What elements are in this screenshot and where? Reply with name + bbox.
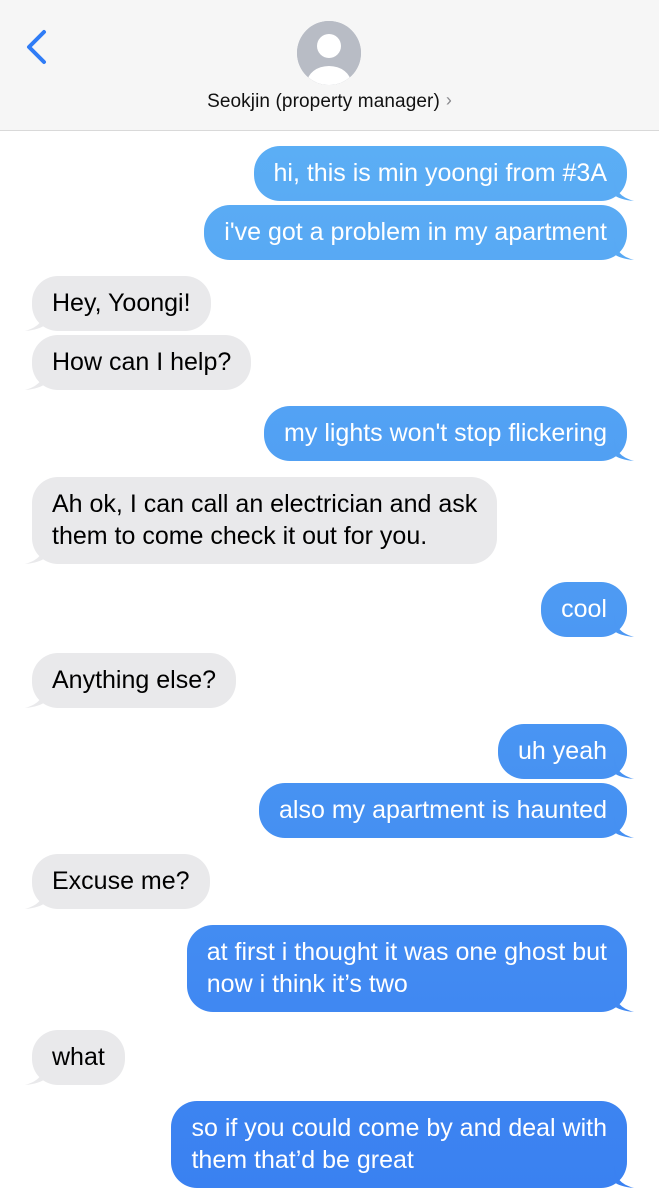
message-text-line: Excuse me? bbox=[52, 867, 190, 895]
message-text-line: hi, this is min yoongi from #3A bbox=[273, 159, 607, 187]
contact-name: Seokjin (property manager) bbox=[207, 91, 440, 112]
bubble-tail-icon bbox=[25, 1063, 45, 1085]
message-text-line: them to come check it out for you. bbox=[52, 522, 428, 550]
chevron-right-icon: › bbox=[445, 90, 452, 110]
chevron-left-icon bbox=[27, 30, 46, 64]
bubble-tail-icon bbox=[25, 542, 45, 564]
message-text-line: now i think it’s two bbox=[206, 970, 408, 998]
outgoing-message-bubble[interactable]: i've got a problem in my apartment bbox=[204, 205, 634, 260]
bubble-tail-icon bbox=[614, 179, 634, 201]
message-text-line: Ah ok, I can call an electrician and ask bbox=[52, 490, 478, 518]
person-silhouette-icon bbox=[297, 21, 361, 85]
contact-name-button[interactable]: Seokjin (property manager) › bbox=[0, 90, 659, 113]
incoming-message-bubble[interactable]: Hey, Yoongi! bbox=[25, 276, 211, 331]
incoming-message-bubble[interactable]: what bbox=[25, 1030, 125, 1085]
message-text-line: cool bbox=[561, 595, 607, 623]
message-text-line: Anything else? bbox=[52, 666, 217, 694]
message-text-line: i've got a problem in my apartment bbox=[224, 218, 607, 246]
message-text-line: also my apartment is haunted bbox=[279, 796, 607, 824]
bubble-tail-icon bbox=[25, 686, 45, 708]
incoming-message-bubble[interactable]: Ah ok, I can call an electrician and ask… bbox=[25, 477, 498, 564]
bubble-tail-icon bbox=[614, 816, 634, 838]
message-text-line: How can I help? bbox=[52, 348, 232, 376]
message-text-line: my lights won't stop flickering bbox=[284, 419, 607, 447]
outgoing-message-bubble[interactable]: uh yeah bbox=[498, 724, 634, 779]
message-text-line: Hey, Yoongi! bbox=[52, 289, 191, 317]
message-text-line: at first i thought it was one ghost but bbox=[206, 938, 607, 966]
message-text-line: what bbox=[52, 1043, 105, 1071]
incoming-message-bubble[interactable]: Excuse me? bbox=[25, 854, 210, 909]
bubble-tail-icon bbox=[25, 887, 45, 909]
incoming-message-bubble[interactable]: How can I help? bbox=[25, 335, 252, 390]
bubble-tail-icon bbox=[614, 1166, 634, 1188]
message-text-line: them that’d be great bbox=[191, 1146, 414, 1174]
incoming-message-bubble[interactable]: Anything else? bbox=[25, 653, 237, 708]
message-text-line: so if you could come by and deal with bbox=[191, 1114, 607, 1142]
outgoing-message-bubble[interactable]: my lights won't stop flickering bbox=[264, 406, 634, 461]
back-button[interactable] bbox=[22, 28, 52, 68]
outgoing-message-bubble[interactable]: so if you could come by and deal with the… bbox=[171, 1101, 634, 1188]
outgoing-message-bubble[interactable]: also my apartment is haunted bbox=[259, 783, 634, 838]
outgoing-message-bubble[interactable]: at first i thought it was one ghost but n… bbox=[186, 925, 634, 1012]
conversation-header: Seokjin (property manager) › bbox=[0, 0, 659, 131]
bubble-tail-icon bbox=[614, 757, 634, 779]
bubble-tail-icon bbox=[614, 990, 634, 1012]
bubble-tail-icon bbox=[614, 615, 634, 637]
bubble-tail-icon bbox=[614, 439, 634, 461]
message-text-line: uh yeah bbox=[518, 737, 607, 765]
bubble-tail-icon bbox=[25, 309, 45, 331]
outgoing-message-bubble[interactable]: hi, this is min yoongi from #3A bbox=[253, 146, 634, 201]
avatar[interactable] bbox=[297, 21, 361, 85]
bubble-tail-icon bbox=[614, 238, 634, 260]
bubble-tail-icon bbox=[25, 368, 45, 390]
outgoing-message-bubble[interactable]: cool bbox=[541, 582, 634, 637]
